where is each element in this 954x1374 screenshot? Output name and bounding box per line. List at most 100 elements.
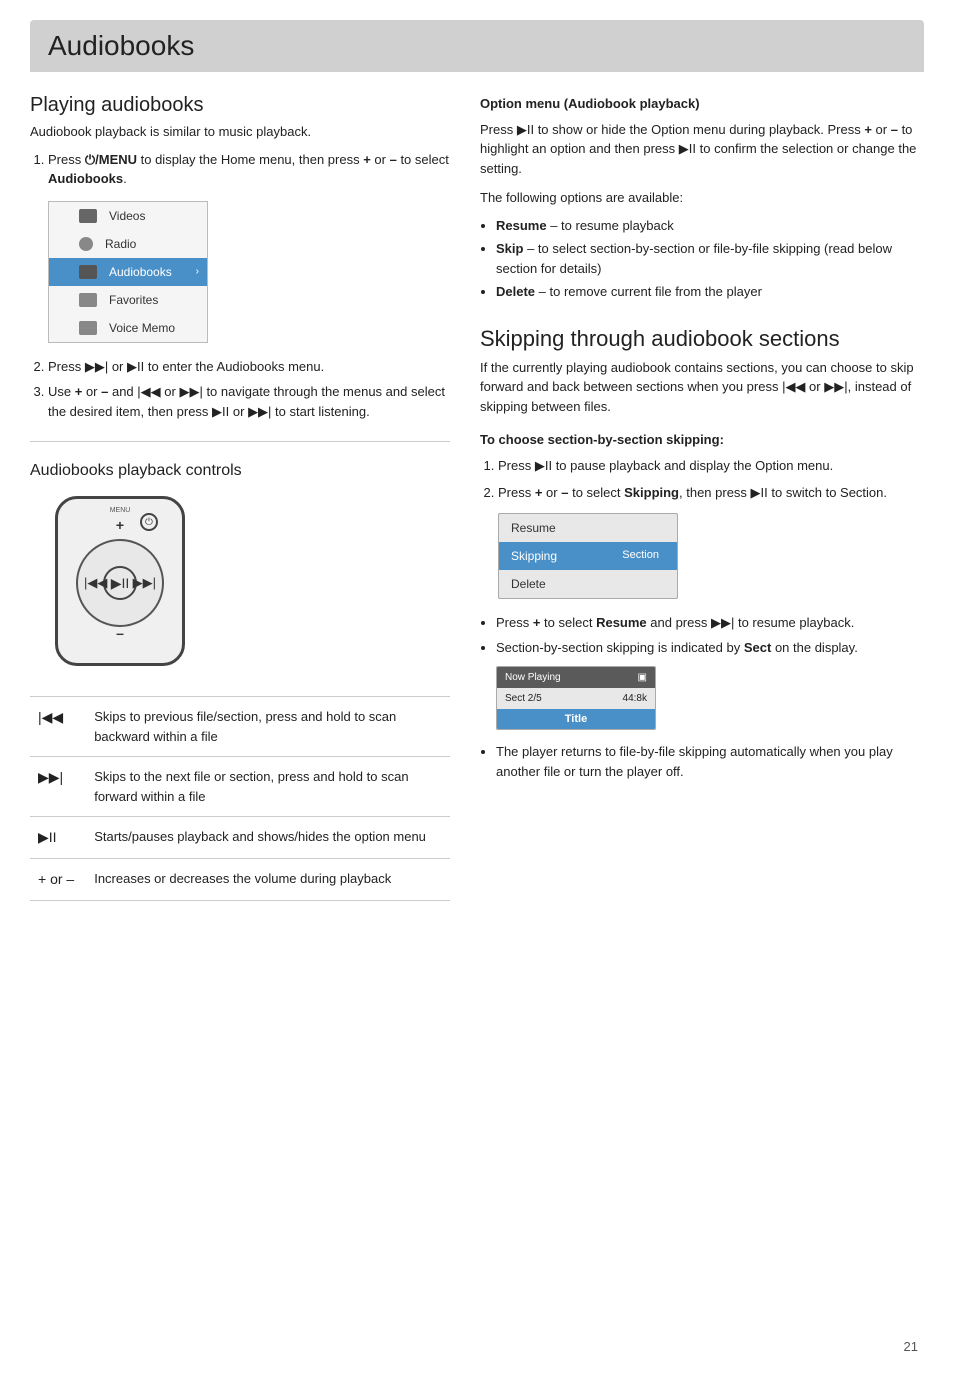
prev-symbol: |◀◀ bbox=[38, 709, 63, 725]
prev-icon-skip: |◀◀ bbox=[782, 379, 805, 394]
control-desc-vol: Increases or decreases the volume during… bbox=[86, 859, 450, 901]
skip-bullet-sect: Section-by-section skipping is indicated… bbox=[496, 638, 924, 730]
film-icon bbox=[79, 209, 97, 223]
play-icon-right: ▶II bbox=[517, 122, 534, 137]
skip-bullet-resume: Press + to select Resume and press ▶▶| t… bbox=[496, 613, 924, 633]
skip-intro: If the currently playing audiobook conta… bbox=[480, 358, 924, 417]
menu-item-audiobooks: Audiobooks › bbox=[49, 258, 207, 286]
device-mockup: MENU + ⏻ |◀◀ ▶II ▶▶| – bbox=[40, 496, 200, 676]
menu-item-voicememo-label: Voice Memo bbox=[109, 319, 175, 337]
skip-step-1: Press ▶II to pause playback and display … bbox=[498, 456, 924, 476]
mic-icon bbox=[79, 321, 97, 335]
play-icon-inline2: ▶II bbox=[212, 404, 229, 419]
option-resume: Resume – to resume playback bbox=[496, 216, 924, 236]
np-body: Sect 2/5 44:8k bbox=[497, 688, 655, 709]
skip-bullets: Press + to select Resume and press ▶▶| t… bbox=[496, 613, 924, 782]
menu-mockup: Videos Radio Audiobooks › bbox=[48, 201, 208, 343]
playing-heading: Playing audiobooks bbox=[30, 94, 450, 117]
opt-resume: Resume bbox=[499, 514, 677, 542]
two-col-layout: Playing audiobooks Audiobook playback is… bbox=[30, 94, 924, 901]
plus-key: + bbox=[363, 152, 371, 167]
controls-heading: Audiobooks playback controls bbox=[30, 462, 450, 480]
options-available-label: The following options are available: bbox=[480, 188, 924, 208]
menu-item-voicememo: Voice Memo bbox=[49, 314, 207, 342]
np-sect: Sect 2/5 bbox=[505, 691, 542, 706]
np-header: Now Playing ▣ bbox=[497, 667, 655, 688]
minus-key2: – bbox=[101, 384, 108, 399]
plus-key2: + bbox=[75, 384, 83, 399]
play-icon-skip2: ▶II bbox=[751, 485, 768, 500]
np-title: Title bbox=[497, 709, 655, 730]
page: Audiobooks Playing audiobooks Audiobook … bbox=[0, 0, 954, 1374]
choose-heading: To choose section-by-section skipping: bbox=[480, 430, 924, 450]
vol-symbol: + or – bbox=[38, 871, 74, 887]
menu-key: ⏻/MENU bbox=[85, 152, 137, 167]
control-row-play: ▶II Starts/pauses playback and shows/hid… bbox=[30, 817, 450, 859]
section-divider bbox=[30, 441, 450, 442]
control-desc-play: Starts/pauses playback and shows/hides t… bbox=[86, 817, 450, 859]
page-title: Audiobooks bbox=[48, 30, 906, 62]
np-time: 44:8k bbox=[623, 691, 647, 706]
minus-key: – bbox=[390, 152, 397, 167]
playing-intro: Audiobook playback is similar to music p… bbox=[30, 122, 450, 142]
device-minus-label: – bbox=[116, 625, 124, 641]
play-icon-skip1: ▶II bbox=[535, 458, 552, 473]
page-number: 21 bbox=[904, 1339, 918, 1354]
opt-section-sublabel: Section bbox=[616, 547, 665, 565]
option-menu-heading: Option menu (Audiobook playback) bbox=[480, 94, 924, 114]
next-icon-skip: ▶▶| bbox=[824, 379, 847, 394]
control-desc-next: Skips to the next file or section, press… bbox=[86, 757, 450, 817]
menu-item-favorites: Favorites bbox=[49, 286, 207, 314]
page-header: Audiobooks bbox=[30, 20, 924, 72]
chevron-right-icon: › bbox=[196, 264, 199, 279]
step-2: Press ▶▶| or ▶II to enter the Audiobooks… bbox=[48, 357, 450, 377]
right-column: Option menu (Audiobook playback) Press ▶… bbox=[480, 94, 924, 901]
step-3: Use + or – and |◀◀ or ▶▶| to navigate th… bbox=[48, 382, 450, 421]
device-next-icon: ▶▶| bbox=[133, 575, 156, 591]
options-list: Resume – to resume playback Skip – to se… bbox=[496, 216, 924, 302]
next-symbol: ▶▶| bbox=[38, 769, 63, 785]
device-body: MENU + ⏻ |◀◀ ▶II ▶▶| – bbox=[55, 496, 185, 666]
menu-item-videos-label: Videos bbox=[109, 207, 145, 225]
now-playing-mockup: Now Playing ▣ Sect 2/5 44:8k Title bbox=[496, 666, 656, 731]
skip-heading: Skipping through audiobook sections bbox=[480, 326, 924, 352]
control-desc-prev: Skips to previous file/section, press an… bbox=[86, 697, 450, 757]
control-row-vol: + or – Increases or decreases the volume… bbox=[30, 859, 450, 901]
option-menu-desc: Press ▶II to show or hide the Option men… bbox=[480, 120, 924, 179]
menu-item-radio: Radio bbox=[49, 230, 207, 258]
next-icon-inline2: ▶▶| bbox=[248, 404, 271, 419]
choose-heading-text: To choose section-by-section skipping: bbox=[480, 432, 724, 447]
menu-item-favorites-label: Favorites bbox=[109, 291, 158, 309]
option-delete: Delete – to remove current file from the… bbox=[496, 282, 924, 302]
skip-step-2: Press + or – to select Skipping, then pr… bbox=[498, 483, 924, 599]
control-row-next: ▶▶| Skips to the next file or section, p… bbox=[30, 757, 450, 817]
skip-steps: Press ▶II to pause playback and display … bbox=[498, 456, 924, 599]
step-1: Press ⏻/MENU to display the Home menu, t… bbox=[48, 150, 450, 343]
heart-icon bbox=[79, 293, 97, 307]
play-symbol: ▶II bbox=[38, 829, 57, 845]
np-header-label: Now Playing bbox=[505, 670, 561, 685]
opt-skipping: Skipping Section bbox=[499, 542, 677, 570]
play-icon-right2: ▶II bbox=[679, 141, 696, 156]
left-column: Playing audiobooks Audiobook playback is… bbox=[30, 94, 450, 901]
option-menu-heading-text: Option menu (Audiobook playback) bbox=[480, 96, 700, 111]
device-menu-label: MENU bbox=[110, 507, 131, 514]
audiobooks-option: Audiobooks bbox=[48, 171, 123, 186]
next-icon-resume: ▶▶| bbox=[711, 615, 734, 630]
control-symbol-next: ▶▶| bbox=[30, 757, 86, 817]
device-prev-icon: |◀◀ bbox=[84, 575, 107, 591]
opt-skipping-label: Skipping bbox=[511, 547, 557, 565]
next-icon-inline: ▶▶| bbox=[179, 384, 202, 399]
device-power-icon: ⏻ bbox=[140, 513, 158, 531]
skip-bullet-returns: The player returns to file-by-file skipp… bbox=[496, 742, 924, 781]
skip-section: Skipping through audiobook sections If t… bbox=[480, 326, 924, 782]
device-plus-label: + bbox=[116, 517, 124, 533]
radio-icon bbox=[79, 237, 93, 251]
control-symbol-vol: + or – bbox=[30, 859, 86, 901]
book-icon bbox=[79, 265, 97, 279]
control-symbol-play: ▶II bbox=[30, 817, 86, 859]
np-status-icon: ▣ bbox=[638, 670, 647, 685]
opt-delete: Delete bbox=[499, 570, 677, 598]
controls-table: |◀◀ Skips to previous file/section, pres… bbox=[30, 696, 450, 901]
play-icon-inline: ▶II bbox=[127, 359, 144, 374]
